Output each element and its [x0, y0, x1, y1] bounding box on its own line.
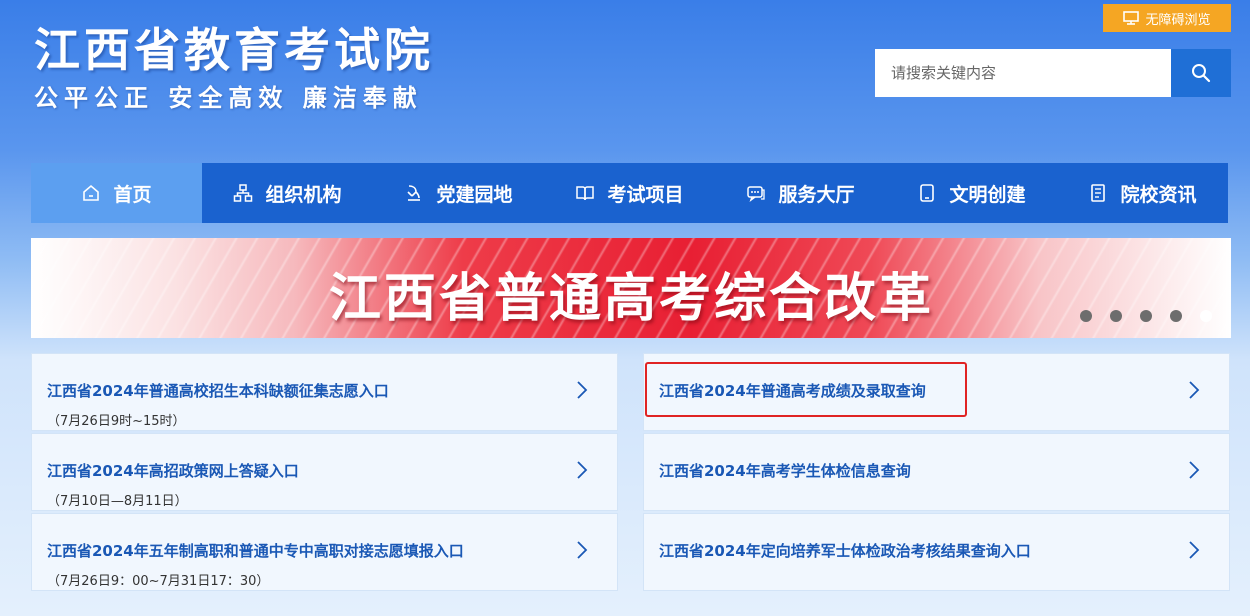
card-subtitle: （7月10日—8月11日） [47, 494, 188, 509]
carousel-dot[interactable] [1170, 310, 1182, 322]
party-building-icon [407, 185, 421, 201]
link-card-supplementary-admission[interactable]: 江西省2024年普通高校招生本科缺额征集志愿入口 （7月26日9时~15时） [31, 353, 618, 431]
monitor-icon [1123, 11, 1140, 25]
carousel-dot[interactable] [1140, 310, 1152, 322]
chevron-right-icon [577, 461, 588, 479]
accessibility-button[interactable]: 无障碍浏览 [1103, 4, 1231, 32]
banner-carousel[interactable]: 江西省普通高考综合改革 [31, 238, 1231, 338]
card-title: 江西省2024年高招政策网上答疑入口 [47, 462, 299, 480]
card-subtitle: （7月26日9：00~7月31日17：30） [47, 574, 270, 589]
nav-label: 服务大厅 [778, 183, 855, 206]
accessibility-label: 无障碍浏览 [1145, 12, 1211, 28]
card-title: 江西省2024年五年制高职和普通中专中高职对接志愿填报入口 [47, 542, 464, 560]
carousel-dot-active[interactable] [1200, 310, 1212, 322]
nav-item-civilization[interactable]: 文明创建 [886, 163, 1057, 223]
search-button[interactable] [1171, 49, 1231, 97]
main-nav: 首页 组织机构 党建园地 考试项目 服务大厅 文明创建 院校资讯 [31, 163, 1228, 223]
site-title: 江西省教育考试院 [34, 23, 434, 77]
link-card-policy-qa[interactable]: 江西省2024年高招政策网上答疑入口 （7月10日—8月11日） [31, 433, 618, 511]
nav-label: 党建园地 [436, 183, 513, 206]
chevron-right-icon [1189, 541, 1200, 559]
nav-label: 组织机构 [265, 183, 342, 206]
chevron-right-icon [1189, 461, 1200, 479]
tablet-icon [920, 184, 935, 202]
nav-item-party-building[interactable]: 党建园地 [373, 163, 544, 223]
link-card-vocational-application[interactable]: 江西省2024年五年制高职和普通中专中高职对接志愿填报入口 （7月26日9：00… [31, 513, 618, 591]
search-icon [1192, 64, 1211, 83]
nav-item-organization[interactable]: 组织机构 [202, 163, 373, 223]
nav-item-exam-projects[interactable]: 考试项目 [544, 163, 715, 223]
nav-label: 文明创建 [949, 183, 1026, 206]
card-title: 江西省2024年普通高校招生本科缺额征集志愿入口 [47, 382, 389, 400]
link-card-military-exam-result[interactable]: 江西省2024年定向培养军士体检政治考核结果查询入口 [643, 513, 1230, 591]
org-chart-icon [234, 184, 253, 202]
nav-item-school-news[interactable]: 院校资讯 [1057, 163, 1228, 223]
card-subtitle: （7月26日9时~15时） [47, 414, 186, 429]
chat-service-icon [747, 186, 766, 203]
nav-label: 首页 [113, 183, 152, 206]
carousel-dot[interactable] [1080, 310, 1092, 322]
nav-item-home[interactable]: 首页 [31, 163, 202, 223]
card-title: 江西省2024年定向培养军士体检政治考核结果查询入口 [659, 542, 1031, 560]
chevron-right-icon [1189, 381, 1200, 399]
home-icon [83, 184, 100, 201]
banner-title: 江西省普通高考综合改革 [329, 269, 935, 329]
header: 江西省教育考试院 公平公正 安全高效 廉洁奉献 无障碍浏览 [0, 0, 1250, 160]
nav-label: 考试项目 [607, 183, 684, 206]
search-input[interactable] [875, 49, 1171, 97]
chevron-right-icon [577, 381, 588, 399]
book-icon [576, 186, 595, 201]
nav-item-service-hall[interactable]: 服务大厅 [715, 163, 886, 223]
document-icon [1091, 184, 1106, 202]
carousel-dot[interactable] [1110, 310, 1122, 322]
chevron-right-icon [577, 541, 588, 559]
link-card-score-query[interactable]: 江西省2024年普通高考成绩及录取查询 [643, 353, 1230, 431]
site-slogan: 公平公正 安全高效 廉洁奉献 [34, 84, 423, 112]
carousel-dots [1080, 310, 1212, 322]
card-title: 江西省2024年高考学生体检信息查询 [659, 462, 911, 480]
link-card-physical-exam[interactable]: 江西省2024年高考学生体检信息查询 [643, 433, 1230, 511]
nav-label: 院校资讯 [1120, 183, 1197, 206]
card-title: 江西省2024年普通高考成绩及录取查询 [659, 382, 926, 400]
